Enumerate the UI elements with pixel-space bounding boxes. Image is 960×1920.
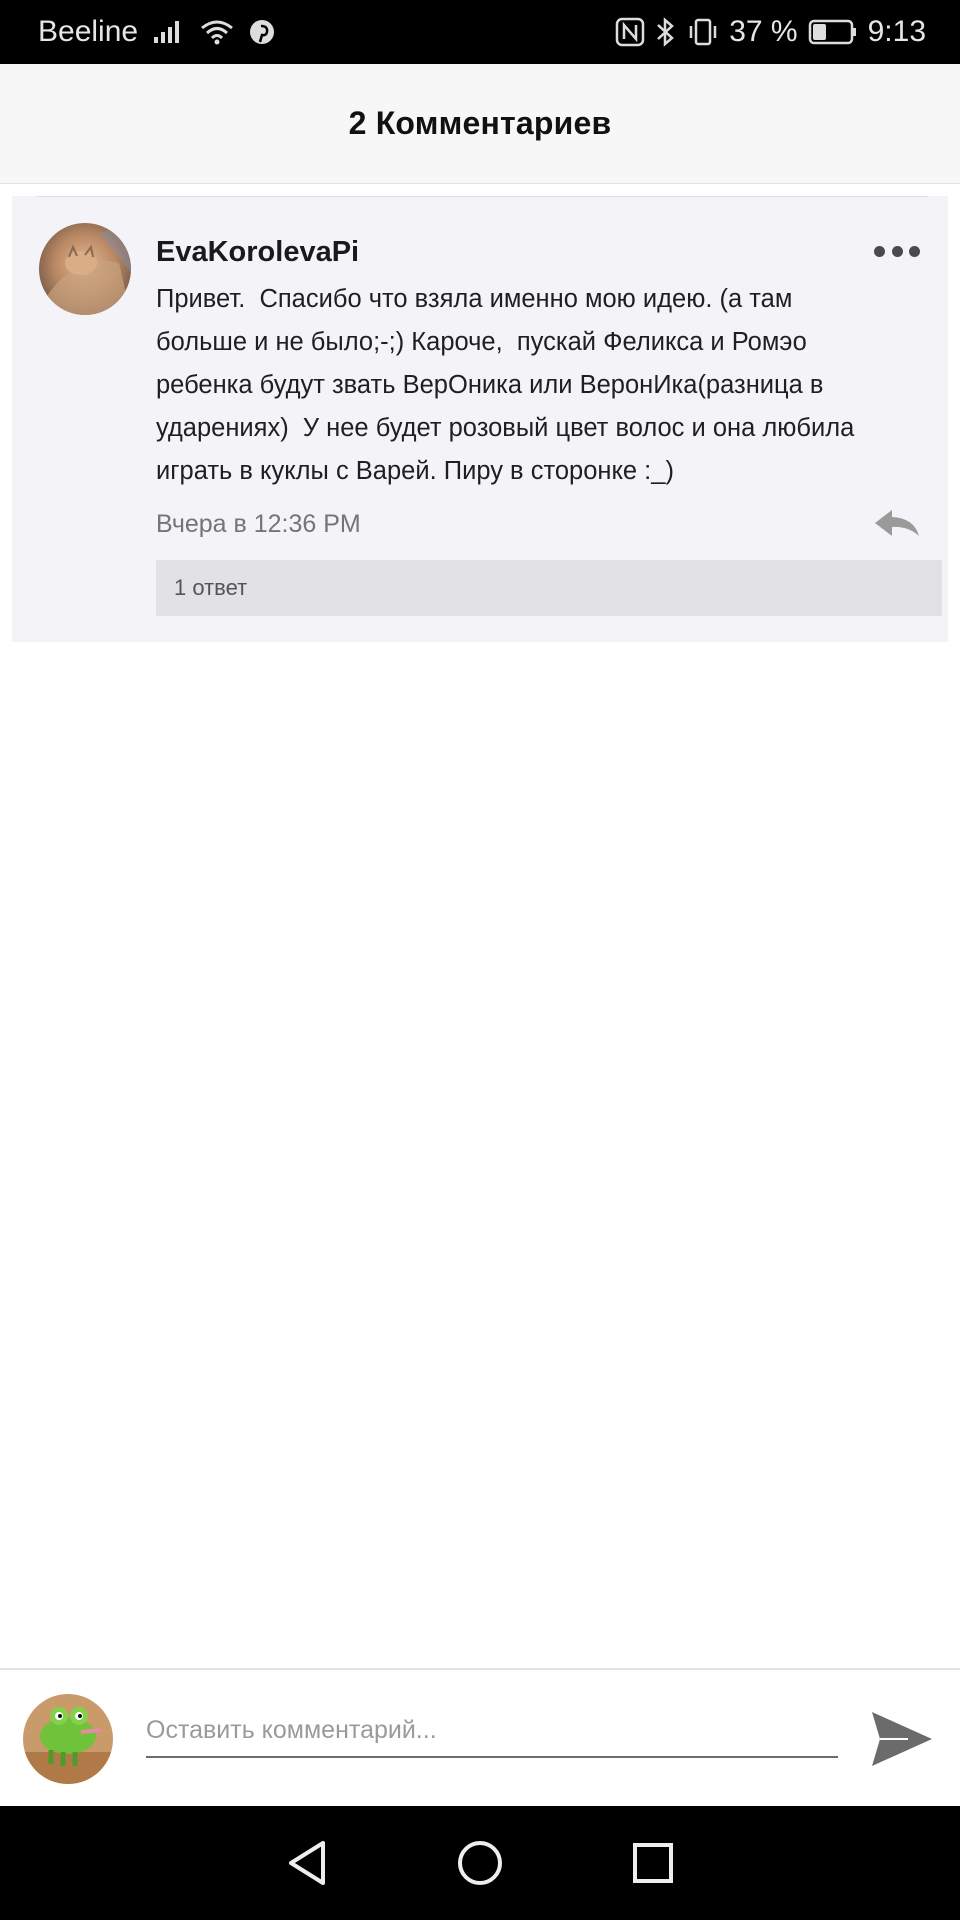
more-options-icon[interactable] xyxy=(874,242,920,260)
recents-icon[interactable] xyxy=(623,1833,683,1893)
nfc-icon xyxy=(615,17,645,47)
comments-header: 2 Комментариев xyxy=(0,64,960,184)
home-icon[interactable] xyxy=(450,1833,510,1893)
dot xyxy=(891,245,903,257)
status-left: Beeline xyxy=(38,15,276,49)
page-title: 2 Комментариев xyxy=(348,105,612,141)
comment-timestamp: Вчера в 12:36 PM xyxy=(156,510,361,538)
carrier-name: Beeline xyxy=(38,15,139,48)
author-avatar[interactable] xyxy=(39,223,131,315)
comment-author[interactable]: EvaKorolevaPi xyxy=(156,236,359,269)
reply-icon[interactable] xyxy=(872,506,922,540)
battery-icon xyxy=(808,18,858,46)
comment-input[interactable] xyxy=(146,1708,838,1758)
comment-composer xyxy=(0,1668,960,1806)
signal-icon xyxy=(152,19,186,45)
comments-screen: Beeline 37 % 9:13 2 Комментариев EvaKoro… xyxy=(0,0,960,1920)
status-right: 37 % 9:13 xyxy=(615,15,926,49)
dot xyxy=(874,245,885,257)
wifi-icon xyxy=(200,18,234,46)
clock: 9:13 xyxy=(867,15,926,48)
send-icon[interactable] xyxy=(868,1708,934,1770)
comment-card: EvaKorolevaPi Привет. Спасибо что взяла … xyxy=(12,196,948,642)
bluetooth-icon xyxy=(655,17,677,47)
replies-label: 1 ответ xyxy=(174,575,248,600)
user-avatar[interactable] xyxy=(23,1694,113,1784)
back-icon[interactable] xyxy=(277,1833,337,1893)
dot xyxy=(909,245,920,257)
vibrate-icon xyxy=(687,17,719,47)
divider xyxy=(36,196,928,197)
status-bar: Beeline 37 % 9:13 xyxy=(0,0,960,64)
comment-text: Привет. Спасибо что взяла именно мою иде… xyxy=(156,285,855,485)
battery-percent: 37 % xyxy=(729,15,798,48)
system-navigation-bar xyxy=(0,1806,960,1920)
view-replies-button[interactable]: 1 ответ xyxy=(156,560,942,616)
pinterest-icon xyxy=(248,18,276,46)
